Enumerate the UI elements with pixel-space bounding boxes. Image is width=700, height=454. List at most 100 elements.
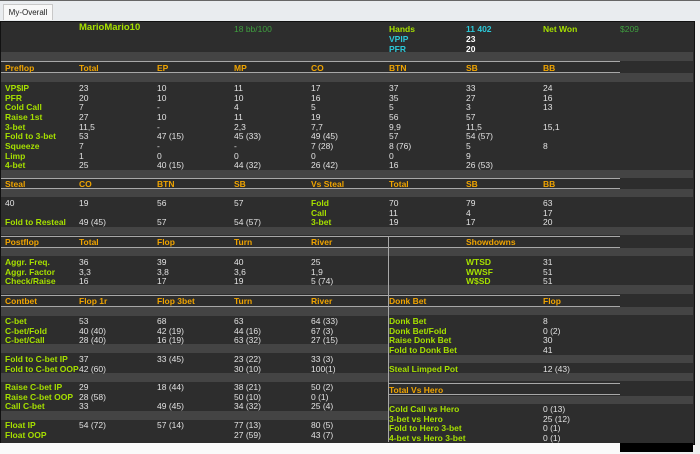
showdowns-header: Showdowns	[466, 237, 516, 247]
stat-label: Fold to C-bet IP	[5, 354, 68, 364]
stat-value: 24	[543, 83, 553, 93]
stat-label: Float OOP	[5, 429, 47, 440]
stat-value: 5	[311, 102, 316, 113]
stat-value: 27	[466, 92, 476, 103]
stat-value: 9	[466, 150, 471, 161]
stat-value: 33 (3)	[311, 354, 334, 364]
divider	[1, 306, 620, 307]
stat-value: 50 (2)	[311, 382, 334, 392]
column-header: Preflop	[5, 63, 35, 73]
hands-label: Hands	[389, 24, 415, 34]
stat-value: 17	[466, 217, 476, 228]
stat-value: 63	[234, 316, 244, 326]
stat-value: 39	[157, 257, 167, 267]
stat-label: Cold Call	[5, 102, 42, 113]
stat-value: 54 (72)	[79, 420, 106, 430]
stat-value: 25	[79, 160, 89, 171]
stat-value: 12 (43)	[543, 364, 570, 374]
stat-value: 3	[466, 102, 471, 113]
stat-value: 28 (58)	[79, 391, 106, 402]
stat-label: 3-bet	[5, 121, 26, 132]
stat-value: 79	[466, 198, 476, 208]
column-header: Contbet	[5, 296, 38, 306]
stat-label: Aggr. Factor	[5, 266, 56, 277]
stat-value: 23	[79, 83, 89, 93]
column-header: Postflop	[5, 237, 39, 247]
stat-label: 3-bet	[311, 217, 332, 228]
stat-value: 10	[157, 83, 167, 93]
stat-value: 57	[466, 111, 476, 122]
stat-value: 2,3	[234, 121, 246, 132]
stat-value: 41	[543, 344, 553, 355]
column-header: SB	[466, 63, 478, 73]
stat-label: Aggr. Freq.	[5, 257, 50, 267]
separator-band	[389, 373, 693, 381]
stat-value: 54 (57)	[234, 217, 261, 228]
stat-value: 40	[5, 198, 15, 208]
stat-value: 57 (14)	[157, 420, 184, 430]
stat-value: 0 (1)	[543, 432, 561, 443]
vpip-label: VPIP	[389, 34, 409, 44]
stat-value: 19	[234, 276, 244, 287]
stat-value: 0	[389, 150, 394, 161]
stat-value: 33 (45)	[157, 354, 184, 364]
stat-value: 23 (22)	[234, 354, 261, 364]
stat-value: 10	[157, 92, 167, 103]
stat-label: Float IP	[5, 420, 36, 430]
separator-band	[1, 73, 693, 82]
column-header: Flop	[157, 237, 175, 247]
stat-value: -	[157, 121, 160, 132]
stat-value: 19	[311, 111, 321, 122]
net-won-value: $209	[620, 24, 639, 34]
stat-label: C-bet/Call	[5, 335, 45, 346]
stat-label: VP$IP	[5, 83, 30, 93]
stat-label: Call C-bet	[5, 401, 45, 412]
stat-value: 34 (32)	[234, 401, 261, 412]
stat-value: 42 (60)	[79, 363, 106, 374]
stat-value: 37	[389, 83, 399, 93]
stat-value: 16 (19)	[157, 335, 184, 346]
column-header: CO	[79, 179, 92, 189]
stat-value: 30	[543, 335, 553, 346]
stat-value: 11,5	[79, 121, 95, 132]
stat-label: Raise Donk Bet	[389, 335, 452, 346]
net-won-label: Net Won	[543, 24, 578, 34]
column-header: BB	[543, 179, 556, 189]
stat-value: 0 (2)	[543, 325, 561, 336]
separator-band	[1, 344, 388, 353]
stat-value: 40	[234, 257, 244, 267]
column-header: SB	[234, 179, 246, 189]
separator-band	[1, 285, 693, 294]
stat-value: 16	[79, 276, 89, 287]
stat-label: Fold	[311, 198, 329, 208]
stat-value: 63 (32)	[234, 335, 261, 346]
stat-value: -	[234, 140, 237, 151]
pfr-value: 20	[466, 44, 476, 54]
column-header: BTN	[157, 179, 175, 189]
stat-value: 18 (44)	[157, 382, 184, 392]
stat-label: Check/Raise	[5, 276, 56, 287]
column-header: SB	[466, 179, 478, 189]
separator-band	[1, 227, 693, 235]
stat-value: 49 (45)	[79, 217, 106, 228]
stat-value: 33	[79, 401, 89, 412]
stat-value: -	[157, 140, 160, 151]
column-header: Turn	[234, 296, 253, 306]
column-header: MP	[234, 63, 247, 73]
stat-value: 27 (15)	[311, 335, 338, 346]
stat-label: WTSD	[466, 257, 492, 267]
stat-value: 25 (12)	[543, 413, 570, 424]
stat-value: 80 (5)	[311, 420, 334, 430]
stat-value: 16	[389, 160, 399, 171]
stat-value: 11	[234, 83, 243, 93]
stat-label: C-bet	[5, 316, 27, 326]
column-header: CO	[311, 63, 324, 73]
stat-value: 27	[79, 111, 89, 122]
tab-my-overall[interactable]: My-Overall	[3, 4, 53, 20]
stat-label: Fold to Donk Bet	[389, 344, 457, 355]
stat-value: 25	[311, 257, 321, 267]
stat-value: 17	[543, 207, 553, 218]
stat-label: Steal Limped Pot	[389, 364, 458, 374]
divider	[1, 247, 620, 248]
stat-value: 57	[157, 217, 167, 228]
